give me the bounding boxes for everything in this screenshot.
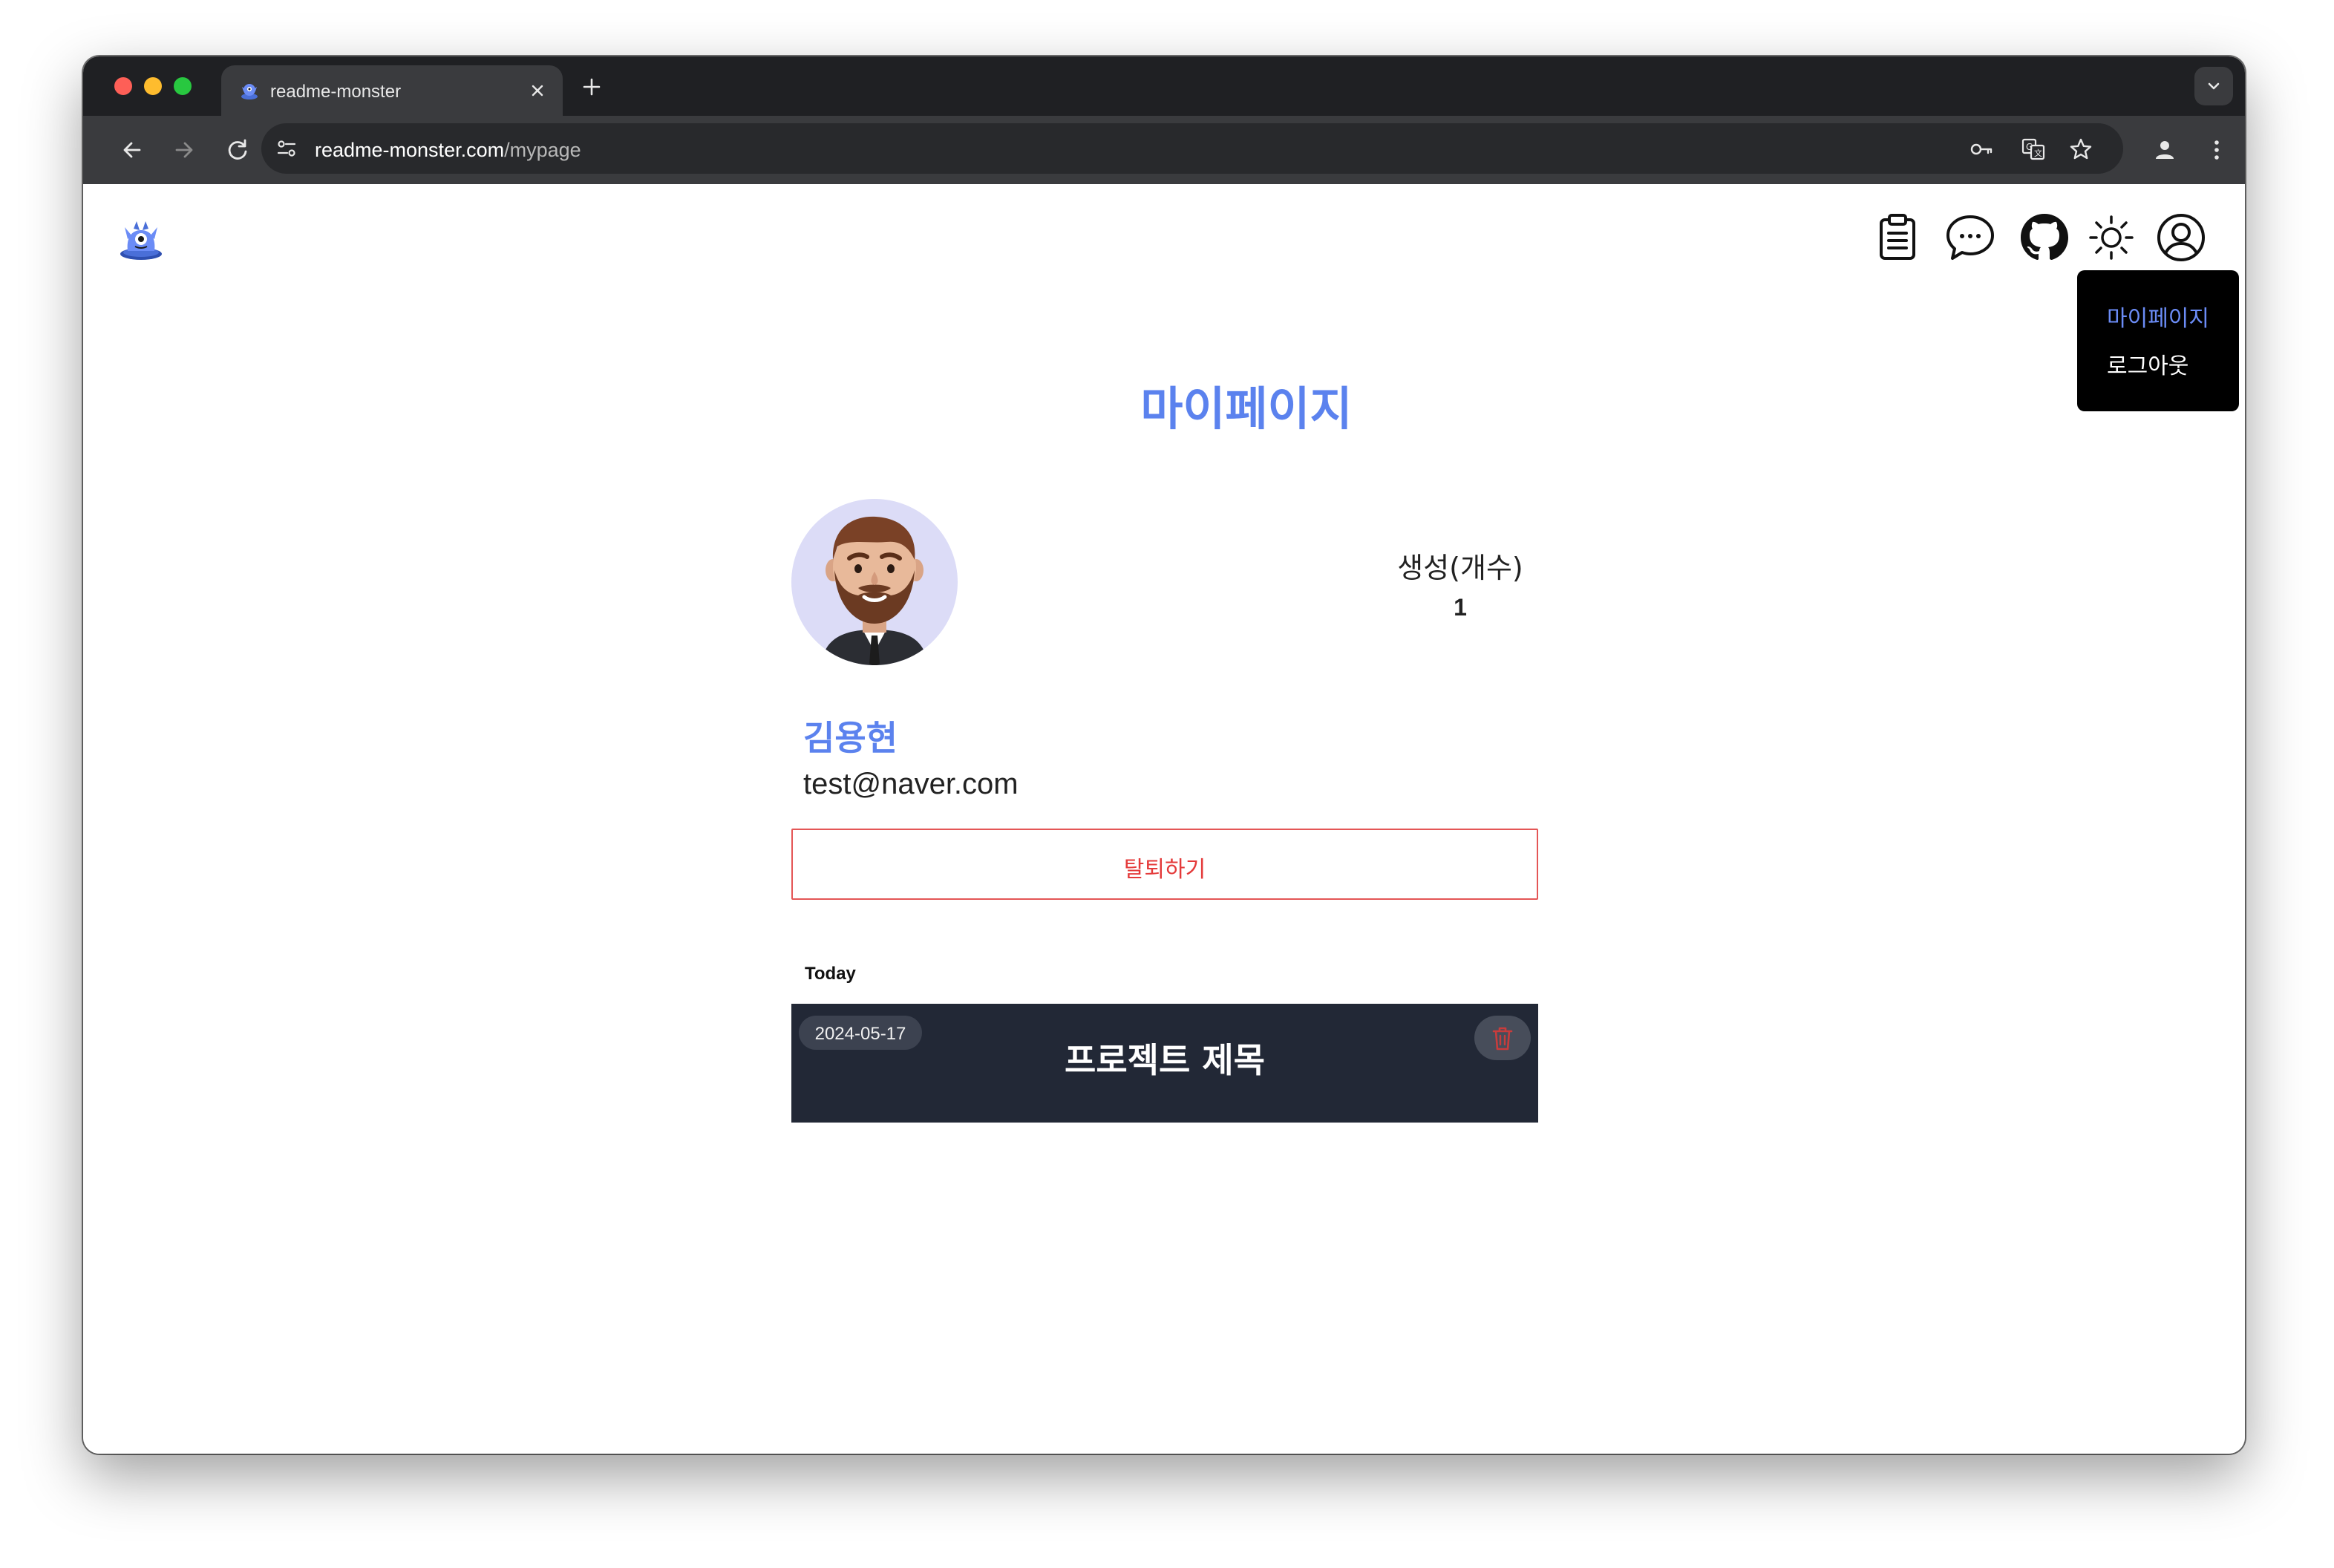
- minimize-window-button[interactable]: [144, 77, 162, 95]
- url-text: readme-monster.com/mypage: [315, 139, 581, 162]
- menu-item-mypage[interactable]: 마이페이지: [2107, 300, 2209, 333]
- url-host: readme-monster.com: [315, 139, 505, 161]
- translate-icon[interactable]: G 文: [2021, 137, 2046, 162]
- browser-window: readme-monster readme-monster.com/mypage…: [83, 56, 2245, 1454]
- site-settings-icon[interactable]: [275, 137, 298, 160]
- generated-count-value: 1: [1454, 594, 1467, 621]
- project-card[interactable]: 2024-05-17 프로젝트 제목: [791, 1004, 1538, 1123]
- more-menu-icon[interactable]: [2203, 137, 2230, 163]
- avatar-illustration: [821, 516, 928, 665]
- tab-strip: readme-monster: [83, 56, 2245, 116]
- password-key-icon[interactable]: [1969, 137, 1994, 162]
- trash-icon: [1492, 1027, 1513, 1051]
- svg-text:文: 文: [2034, 148, 2042, 158]
- chevron-down-icon: [2208, 82, 2220, 90]
- reload-icon[interactable]: [224, 137, 251, 163]
- github-icon[interactable]: [2018, 211, 2071, 264]
- user-email: test@naver.com: [803, 768, 1019, 800]
- forward-arrow-icon[interactable]: [171, 137, 197, 163]
- monster-favicon-icon: [241, 84, 258, 99]
- chat-bubble-icon[interactable]: [1944, 211, 1997, 264]
- avatar: [791, 499, 958, 665]
- generated-count-label: 생성(개수): [1397, 552, 1523, 584]
- page-title: 마이페이지: [1140, 382, 1353, 436]
- sun-icon[interactable]: [2085, 211, 2138, 264]
- tab-search-button[interactable]: [2194, 67, 2233, 105]
- browser-tab[interactable]: readme-monster: [221, 65, 563, 116]
- project-title: 프로젝트 제목: [1065, 1040, 1265, 1080]
- address-bar[interactable]: readme-monster.com/mypage G 文: [261, 123, 2123, 174]
- readme-monster-logo-icon[interactable]: [117, 217, 165, 261]
- profile-icon[interactable]: [2151, 137, 2178, 163]
- svg-text:G: G: [2026, 142, 2033, 152]
- withdraw-button-label: 탈퇴하기: [1123, 857, 1206, 883]
- delete-project-button[interactable]: [1474, 1016, 1531, 1060]
- close-window-button[interactable]: [114, 77, 132, 95]
- back-arrow-icon[interactable]: [119, 137, 146, 163]
- new-tab-icon[interactable]: [581, 76, 603, 98]
- tab-title: readme-monster: [270, 82, 402, 102]
- user-name: 김용현: [803, 718, 898, 758]
- clipboard-icon[interactable]: [1871, 211, 1924, 264]
- url-path: /mypage: [504, 139, 581, 161]
- browser-toolbar: readme-monster.com/mypage G 文: [83, 116, 2245, 184]
- page-content: 마이페이지 로그아웃 마이페이지 생성(개수) 1 김용현 test@naver…: [83, 184, 2245, 1454]
- user-circle-icon[interactable]: [2154, 211, 2208, 264]
- bookmark-star-icon[interactable]: [2068, 137, 2093, 162]
- maximize-window-button[interactable]: [174, 77, 192, 95]
- date-group-label: Today: [805, 964, 856, 984]
- withdraw-button[interactable]: 탈퇴하기: [791, 829, 1538, 900]
- close-tab-icon[interactable]: [529, 82, 546, 99]
